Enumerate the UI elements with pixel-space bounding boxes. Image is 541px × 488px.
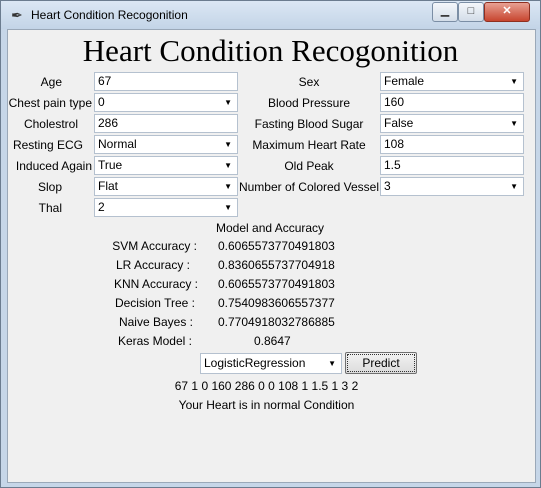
induced-again-value: True <box>98 158 123 172</box>
thal-label: Thal <box>38 201 62 215</box>
resting-ecg-label: Resting ECG <box>12 138 83 152</box>
chevron-down-icon: ▼ <box>510 119 518 128</box>
slop-select[interactable]: Flat ▼ <box>94 177 238 196</box>
induced-again-select[interactable]: True ▼ <box>94 156 238 175</box>
maximize-button[interactable]: □ <box>458 2 484 22</box>
feather-icon: ✒ <box>11 7 23 23</box>
thal-value: 2 <box>98 200 105 214</box>
resting-ecg-value: Normal <box>98 137 137 151</box>
prediction-result: Your Heart is in normal Condition <box>178 398 355 412</box>
induced-again-label: Induced Again <box>15 159 92 173</box>
slop-label: Slop <box>37 180 62 194</box>
chevron-down-icon: ▼ <box>224 140 232 149</box>
accuracy-header: Model and Accuracy <box>216 221 325 235</box>
model-select-value: LogisticRegression <box>204 356 306 370</box>
resting-ecg-select[interactable]: Normal ▼ <box>94 135 238 154</box>
age-input[interactable]: 67 <box>94 72 238 91</box>
accuracy-value: 0.8360655737704918 <box>218 258 335 272</box>
accuracy-label: Keras Model : <box>117 334 192 348</box>
accuracy-label: Decision Tree : <box>114 296 195 310</box>
slop-value: Flat <box>98 179 119 193</box>
chevron-down-icon: ▼ <box>224 203 232 212</box>
fasting-blood-sugar-value: False <box>384 116 414 130</box>
max-heart-rate-input[interactable]: 108 <box>380 135 524 154</box>
predict-button[interactable]: Predict <box>345 352 417 374</box>
chevron-down-icon: ▼ <box>224 98 232 107</box>
sex-label: Sex <box>298 75 320 89</box>
colored-vessel-select[interactable]: 3 ▼ <box>380 177 524 196</box>
accuracy-label: KNN Accuracy : <box>113 277 198 291</box>
minimize-button[interactable]: ▁ <box>432 2 458 22</box>
accuracy-value: 0.8647 <box>254 334 291 348</box>
cholestrol-label: Cholestrol <box>23 117 78 131</box>
fasting-blood-sugar-select[interactable]: False ▼ <box>380 114 524 133</box>
accuracy-value: 0.7704918032786885 <box>218 315 335 329</box>
accuracy-value: 0.7540983606557377 <box>218 296 335 310</box>
colored-vessel-label: Number of Colored Vessel <box>238 180 380 194</box>
fasting-blood-sugar-label: Fasting Blood Sugar <box>254 117 364 131</box>
close-icon: ✕ <box>502 5 512 17</box>
close-button[interactable]: ✕ <box>484 2 530 22</box>
chevron-down-icon: ▼ <box>510 77 518 86</box>
model-select[interactable]: LogisticRegression ▼ <box>200 353 342 374</box>
maximize-icon: □ <box>467 5 475 17</box>
thal-select[interactable]: 2 ▼ <box>94 198 238 217</box>
colored-vessel-value: 3 <box>384 179 391 193</box>
sex-select[interactable]: Female ▼ <box>380 72 524 91</box>
accuracy-value: 0.6065573770491803 <box>218 239 335 253</box>
chevron-down-icon: ▼ <box>328 359 336 368</box>
chevron-down-icon: ▼ <box>224 182 232 191</box>
old-peak-label: Old Peak <box>284 159 334 173</box>
window-title: Heart Condition Recogonition <box>31 8 188 22</box>
accuracy-value: 0.6065573770491803 <box>218 277 335 291</box>
input-vector: 67 1 0 160 286 0 0 108 1 1.5 1 3 2 <box>174 379 359 393</box>
accuracy-label: SVM Accuracy : <box>112 239 197 253</box>
blood-pressure-input[interactable]: 160 <box>380 93 524 112</box>
sex-value: Female <box>384 74 425 88</box>
chest-pain-value: 0 <box>98 95 105 109</box>
accuracy-label: LR Accuracy : <box>115 258 190 272</box>
blood-pressure-label: Blood Pressure <box>267 96 351 110</box>
chevron-down-icon: ▼ <box>510 182 518 191</box>
accuracy-label: Naive Bayes : <box>118 315 193 329</box>
max-heart-rate-label: Maximum Heart Rate <box>252 138 366 152</box>
chest-pain-select[interactable]: 0 ▼ <box>94 93 238 112</box>
page-title: Heart Condition Recogonition <box>82 33 459 68</box>
cholestrol-input[interactable]: 286 <box>94 114 238 133</box>
minimize-icon: ▁ <box>440 5 450 17</box>
focus-ring <box>347 354 415 372</box>
old-peak-input[interactable]: 1.5 <box>380 156 524 175</box>
age-label: Age <box>40 75 62 89</box>
title-bar: ✒ Heart Condition Recogonition ▁ □ ✕ <box>1 1 540 29</box>
chevron-down-icon: ▼ <box>224 161 232 170</box>
chest-pain-label: Chest pain type <box>8 96 92 110</box>
